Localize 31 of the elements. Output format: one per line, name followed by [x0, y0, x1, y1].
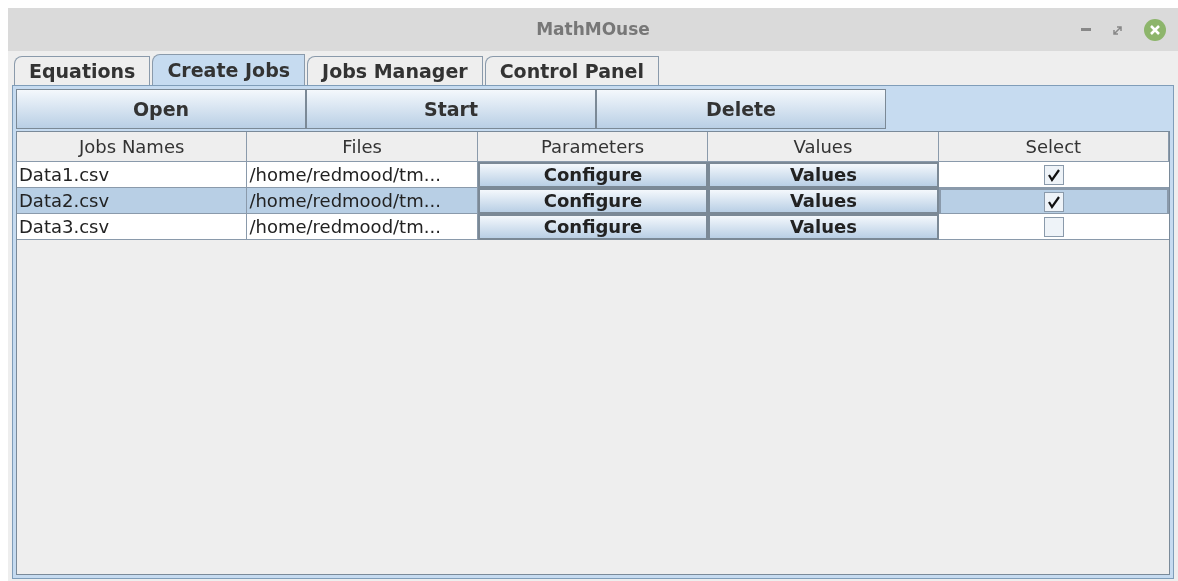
- minimize-icon[interactable]: [1081, 28, 1091, 32]
- tab[interactable]: Jobs Manager: [307, 56, 483, 85]
- tab[interactable]: Equations: [14, 56, 151, 85]
- window-title: MathMOuse: [536, 17, 650, 41]
- cell-button[interactable]: Configure: [477, 214, 709, 240]
- checkbox[interactable]: [1043, 164, 1064, 185]
- table-cell: /home/redmood/tm...: [247, 188, 478, 214]
- column-header[interactable]: Jobs Names: [17, 132, 248, 162]
- cell-button[interactable]: Configure: [477, 162, 709, 188]
- cell-button[interactable]: Configure: [477, 188, 709, 214]
- table-cell: Data2.csv: [17, 188, 248, 214]
- column-header[interactable]: Files: [247, 132, 478, 162]
- cell-button[interactable]: Values: [708, 162, 939, 188]
- toolbar-button[interactable]: Start: [306, 89, 596, 129]
- table-cell: /home/redmood/tm...: [247, 162, 478, 188]
- column-header[interactable]: Parameters: [477, 132, 709, 162]
- restore-icon[interactable]: [1113, 25, 1122, 35]
- toolbar-button[interactable]: Open: [16, 89, 306, 129]
- checkbox[interactable]: [1043, 216, 1064, 237]
- column-header[interactable]: Select: [938, 132, 1170, 162]
- table-cell: Data1.csv: [17, 162, 248, 188]
- table-cell: /home/redmood/tm...: [247, 214, 478, 240]
- toolbar-button[interactable]: Delete: [596, 89, 886, 129]
- cell-button[interactable]: Values: [708, 214, 939, 240]
- tab[interactable]: Control Panel: [484, 56, 659, 85]
- tab[interactable]: Create Jobs: [152, 54, 306, 85]
- checkbox[interactable]: [1043, 191, 1064, 212]
- close-icon[interactable]: [1144, 19, 1166, 41]
- table-cell: Data3.csv: [17, 214, 248, 240]
- column-header[interactable]: Values: [708, 132, 939, 162]
- cell-button[interactable]: Values: [708, 188, 939, 214]
